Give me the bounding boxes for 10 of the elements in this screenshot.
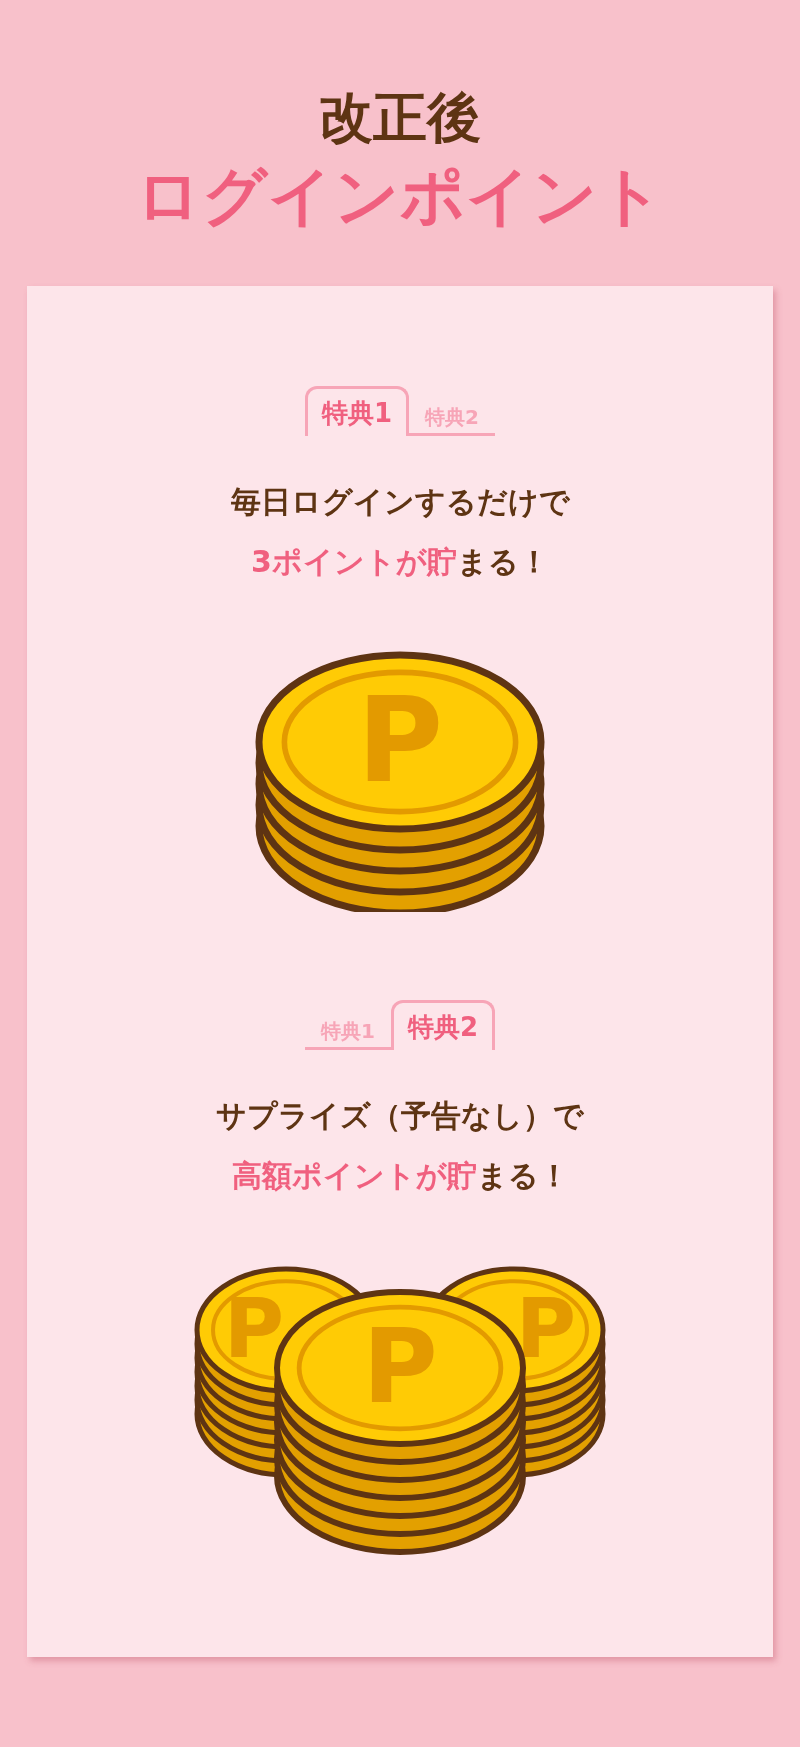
tab[interactable]: 特典2 — [409, 400, 495, 436]
headline-text: 高額ポイントが貯まる！ — [231, 1157, 569, 1195]
tab[interactable]: 特典1 — [305, 1014, 391, 1050]
tab[interactable]: 特典2 — [390, 1000, 495, 1050]
headline-text: サプライズ（予告なし）で — [216, 1097, 584, 1135]
headline-text: 3ポイントが貯まる！ — [251, 543, 549, 581]
page-title: 改正後 — [319, 86, 481, 150]
headline-text: 毎日ログインするだけで — [230, 483, 570, 521]
tab[interactable]: 特典1 — [305, 386, 410, 436]
page-subtitle: ログインポイント — [136, 158, 664, 234]
